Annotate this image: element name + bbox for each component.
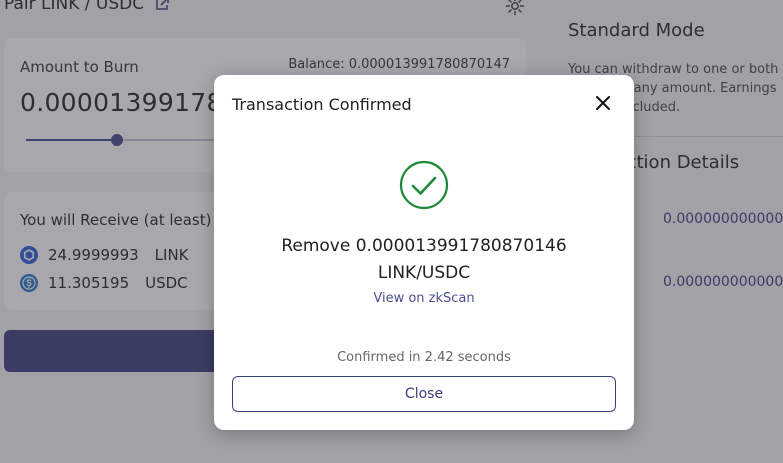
dialog-title: Transaction Confirmed (232, 95, 412, 114)
view-on-zkscan-link[interactable]: View on zkScan (214, 291, 634, 306)
remove-amount: Remove 0.000013991780870146 (281, 236, 567, 256)
remove-pair: LINK/USDC (377, 263, 471, 283)
confirmed-time: Confirmed in 2.42 seconds (337, 350, 511, 365)
close-button[interactable]: Close (232, 376, 616, 412)
remove-summary: Remove 0.000013991780870146 LINK/USDC (214, 233, 634, 287)
transaction-confirmed-dialog: Transaction Confirmed Remove 0.000013991… (214, 75, 634, 430)
success-check-icon (399, 160, 449, 210)
close-icon[interactable] (594, 94, 612, 112)
